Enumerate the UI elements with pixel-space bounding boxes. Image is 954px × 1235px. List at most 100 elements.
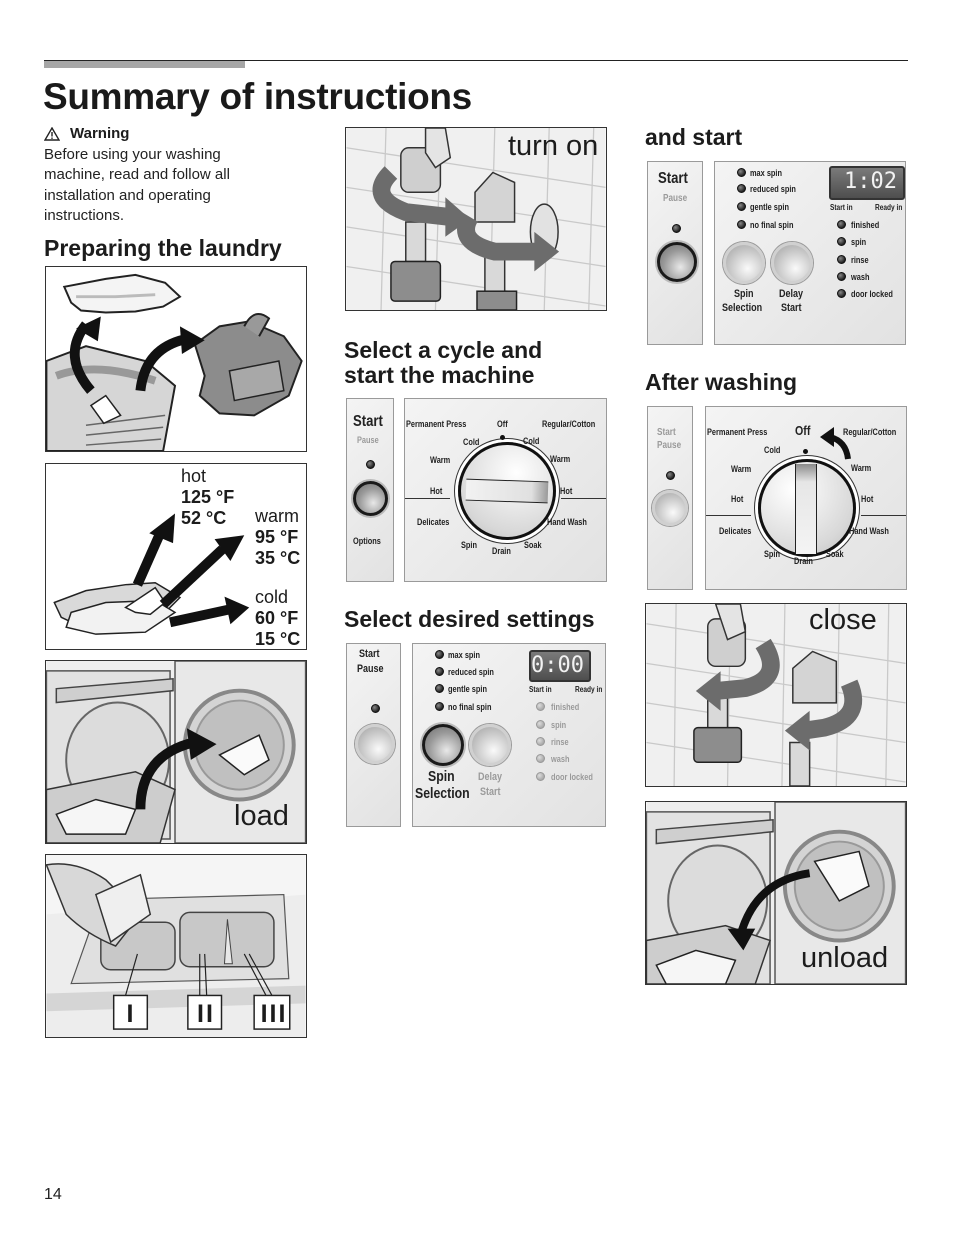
temperature-illustration: hot 125 °F 52 °C warm 95 °F 35 °C cold 6…	[45, 463, 307, 650]
dial-delicates: Delicates	[719, 526, 752, 536]
dial-off-marker	[803, 449, 808, 454]
options-label: Options	[353, 536, 381, 546]
reduced-spin-led	[737, 184, 746, 193]
start-indicator-led	[371, 704, 380, 713]
spin-status-led	[536, 720, 545, 729]
temp-warm-f: 95 °F	[255, 527, 299, 547]
start-options-panel: max spin reduced spin gentle spin no fin…	[714, 161, 906, 345]
pause-label: Pause	[657, 440, 682, 451]
dial-spin: Spin	[461, 540, 477, 550]
spin-status-label: spin	[551, 720, 567, 730]
heading-and-start: and start	[645, 124, 743, 150]
page-title: Summary of instructions	[43, 76, 472, 117]
dial-pp-cold: Cold	[463, 437, 480, 447]
finished-label: finished	[551, 702, 580, 712]
cycle-start-pause-panel: Start Pause Options	[346, 398, 394, 582]
dial-regular-cotton: Regular/Cotton	[843, 427, 897, 437]
start-in-label: Start in	[830, 203, 853, 212]
heading-after-washing: After washing	[645, 369, 798, 395]
finished-led	[536, 702, 545, 711]
cycle-selector-dial[interactable]	[758, 459, 856, 557]
dial-rc-hot: Hot	[560, 486, 573, 496]
time-display: 1:02	[829, 166, 905, 200]
dial-rc-cold: Cold	[523, 436, 540, 446]
door-locked-led	[536, 772, 545, 781]
caption-close: close	[809, 604, 877, 636]
dial-soak: Soak	[826, 549, 844, 559]
spin-selection-label-2: Selection	[722, 302, 763, 314]
dial-knob-handle	[795, 464, 817, 554]
start-indicator-led	[366, 460, 375, 469]
heading-preparing: Preparing the laundry	[44, 235, 282, 261]
pause-label: Pause	[663, 193, 688, 204]
start-pause-button[interactable]	[657, 242, 697, 282]
sort-laundry-illustration	[45, 266, 307, 452]
ready-in-label: Ready in	[875, 203, 903, 212]
warning-heading: Warning	[44, 125, 129, 142]
dial-rc-warm: Warm	[851, 463, 872, 473]
temp-warm-label: warm	[255, 506, 299, 526]
dial-hand-wash: Hand Wash	[849, 526, 889, 536]
cycle-selector-dial[interactable]	[458, 442, 556, 540]
finished-led	[837, 220, 846, 229]
caption-load: load	[234, 800, 289, 832]
delay-start-button[interactable]	[771, 242, 813, 284]
heading-select-cycle-line1: Select a cycle and	[344, 337, 543, 363]
dial-rc-hot: Hot	[861, 494, 874, 504]
delay-start-button[interactable]	[469, 724, 511, 766]
start-pause-button[interactable]	[355, 724, 395, 764]
temp-cold: cold 60 °F 15 °C	[255, 587, 301, 649]
cycle-dial-panel: Permanent Press Off Regular/Cotton Cold …	[404, 398, 607, 582]
wash-label: wash	[551, 754, 570, 764]
spin-selection-label-1: Spin	[734, 288, 754, 300]
dial-soak: Soak	[524, 540, 542, 550]
dial-delicates: Delicates	[417, 517, 450, 527]
dial-off-marker	[500, 435, 505, 440]
temp-cold-label: cold	[255, 587, 289, 607]
start-pause-button[interactable]	[353, 481, 388, 516]
load-illustration: load	[45, 660, 307, 844]
dial-rc-warm: Warm	[550, 454, 571, 464]
start-label: Start	[657, 427, 676, 438]
no-final-spin-led	[737, 220, 746, 229]
dispenser-label-i: I	[126, 999, 136, 1028]
dispenser-label-iii: III	[260, 999, 288, 1028]
spin-selection-button[interactable]	[422, 724, 464, 766]
gentle-spin-led	[435, 684, 444, 693]
temp-hot-c: 52 °C	[181, 508, 227, 528]
dial-knob-handle	[465, 478, 549, 504]
rinse-led	[837, 255, 846, 264]
settings-options-panel: max spin reduced spin gentle spin no fin…	[412, 643, 606, 827]
delay-start-label-2: Start	[480, 786, 501, 798]
temp-hot: hot 125 °F 52 °C	[181, 466, 234, 529]
max-spin-led	[435, 650, 444, 659]
temp-cold-c: 15 °C	[255, 629, 301, 649]
delay-start-label-2: Start	[781, 302, 802, 314]
start-in-label: Start in	[529, 685, 552, 694]
gentle-spin-label: gentle spin	[750, 202, 789, 212]
pause-label: Pause	[357, 663, 384, 675]
warning-triangle-icon	[44, 126, 60, 141]
start-pause-button[interactable]	[652, 490, 688, 526]
unload-illustration: unload	[645, 801, 907, 985]
temp-hot-f: 125 °F	[181, 487, 235, 507]
dial-pp-warm: Warm	[430, 455, 451, 465]
wash-label: wash	[851, 272, 870, 282]
delay-start-label-1: Delay	[779, 288, 804, 300]
gentle-spin-led	[737, 202, 746, 211]
dial-off: Off	[795, 423, 811, 438]
door-locked-label: door locked	[851, 289, 893, 299]
dial-pp-hot: Hot	[731, 494, 744, 504]
dial-permanent-press: Permanent Press	[406, 419, 467, 429]
delay-start-label-1: Delay	[478, 771, 503, 783]
warning-text: Before using your washing machine, read …	[44, 146, 230, 225]
spin-selection-button[interactable]	[723, 242, 765, 284]
pause-label: Pause	[357, 435, 379, 445]
no-final-spin-label: no final spin	[750, 220, 794, 230]
dispenser-label-ii: II	[197, 999, 215, 1028]
temp-cold-f: 60 °F	[255, 608, 299, 628]
spin-selection-label-1: Spin	[428, 768, 455, 785]
wash-led	[536, 754, 545, 763]
start-label: Start	[353, 413, 383, 430]
no-final-spin-led	[435, 702, 444, 711]
